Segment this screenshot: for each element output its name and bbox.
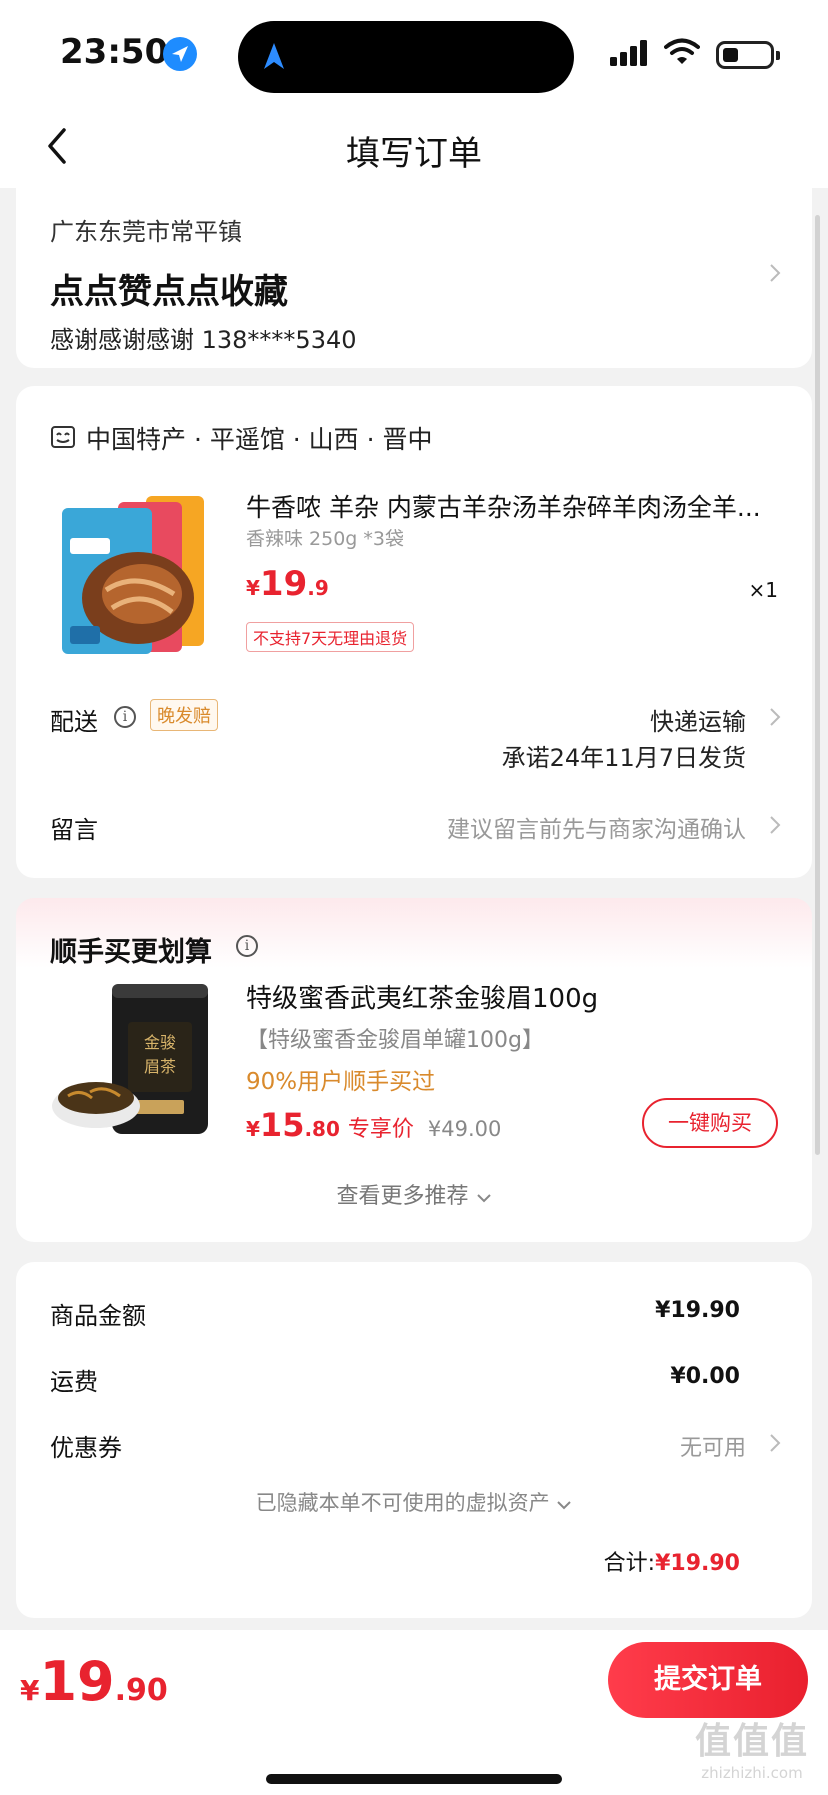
product-image[interactable] xyxy=(56,490,206,658)
remark-label: 留言 xyxy=(50,816,98,844)
navigation-arrow-icon xyxy=(264,43,284,69)
info-icon[interactable]: i xyxy=(236,935,258,957)
shipping-promise: 承诺24年11月7日发货 xyxy=(501,744,746,772)
recommend-title: 顺手买更划算 xyxy=(50,937,212,968)
recommend-price: ¥15.80 xyxy=(246,1106,340,1144)
bottom-bar: ¥19.90 提交订单 值值值 zhizhizhi.com xyxy=(0,1630,828,1795)
nav-bar: 填写订单 xyxy=(0,104,828,188)
product-title[interactable]: 牛香哝 羊杂 内蒙古羊杂汤羊杂碎羊肉汤全羊... xyxy=(246,488,786,524)
recommend-product-name[interactable]: 特级蜜香武夷红茶金骏眉100g xyxy=(246,978,598,1015)
location-icon xyxy=(163,37,197,71)
shipping-method[interactable]: 快递运输 xyxy=(650,702,746,737)
chevron-down-icon xyxy=(557,1501,572,1510)
hidden-assets-toggle[interactable]: 已隐藏本单不可使用的虚拟资产 xyxy=(16,1487,812,1517)
chevron-right-icon xyxy=(770,708,781,726)
chevron-down-icon xyxy=(476,1194,491,1203)
recommend-product-subtitle: 【特级蜜香金骏眉单罐100g】 xyxy=(246,1028,544,1053)
site-watermark: 值值值 zhizhizhi.com xyxy=(694,1721,809,1782)
scrollbar[interactable] xyxy=(815,215,820,1155)
order-item-card: 中国特产 · 平遥馆 · 山西 · 晋中 牛香哝 羊杂 内蒙古羊杂汤羊杂碎羊肉汤… xyxy=(16,386,812,878)
shipping-fee-value: ¥0.00 xyxy=(670,1364,740,1389)
price-summary-card: 商品金额 ¥19.90 运费 ¥0.00 优惠券 无可用 已隐藏本单不可使用的虚… xyxy=(16,1262,812,1618)
chevron-right-icon xyxy=(770,264,781,282)
dynamic-island xyxy=(238,21,574,93)
svg-text:金骏: 金骏 xyxy=(144,1033,176,1052)
exclusive-price-label: 专享价 xyxy=(347,1117,414,1142)
submit-order-button[interactable]: 提交订单 xyxy=(608,1642,808,1718)
product-spec: 香辣味 250g *3袋 xyxy=(246,528,404,550)
cellular-signal-icon xyxy=(610,40,647,66)
product-price: ¥19.9 xyxy=(246,564,329,604)
shop-icon xyxy=(51,426,75,448)
page-title: 填写订单 xyxy=(346,134,482,174)
recommend-social-proof: 90%用户顺手买过 xyxy=(246,1069,436,1095)
recipient-name: 点点赞点点收藏 xyxy=(50,272,288,312)
coupon-value[interactable]: 无可用 xyxy=(680,1430,746,1462)
goods-amount-label: 商品金额 xyxy=(50,1302,146,1330)
order-total: 合计:¥19.90 xyxy=(603,1551,740,1576)
remark-field[interactable]: 建议留言前先与商家沟通确认 xyxy=(447,810,746,844)
chevron-right-icon xyxy=(770,816,781,834)
original-price: ¥49.00 xyxy=(427,1117,502,1141)
one-click-buy-button[interactable]: 一键购买 xyxy=(642,1098,778,1148)
late-ship-badge: 晚发赔 xyxy=(150,699,218,731)
wifi-icon xyxy=(664,38,700,64)
coupon-label: 优惠券 xyxy=(50,1434,122,1462)
shop-name[interactable]: 中国特产 · 平遥馆 · 山西 · 晋中 xyxy=(86,420,433,456)
home-indicator[interactable] xyxy=(266,1774,562,1784)
return-policy-badge: 不支持7天无理由退货 xyxy=(246,622,415,652)
more-recommend-link[interactable]: 查看更多推荐 xyxy=(16,1178,812,1210)
product-quantity: ×1 xyxy=(748,578,778,602)
recommend-product-image[interactable]: 金骏 眉茶 xyxy=(50,978,220,1148)
address-region: 广东东莞市常平镇 xyxy=(50,218,242,246)
shipping-fee-label: 运费 xyxy=(50,1368,98,1396)
goods-amount-value: ¥19.90 xyxy=(655,1298,740,1323)
info-icon[interactable]: i xyxy=(114,706,136,728)
address-card[interactable]: 广东东莞市常平镇 点点赞点点收藏 感谢感谢感谢 138****5340 xyxy=(16,188,812,368)
delivery-label: 配送 xyxy=(50,708,98,736)
recipient-contact: 感谢感谢感谢 138****5340 xyxy=(50,326,357,354)
svg-text:眉茶: 眉茶 xyxy=(144,1057,176,1076)
status-bar: 23:50 xyxy=(0,0,828,104)
battery-icon xyxy=(716,41,774,69)
recommend-price-row: ¥15.80 专享价 ¥49.00 xyxy=(246,1106,501,1144)
bottom-total-price: ¥19.90 xyxy=(20,1650,168,1713)
status-time: 23:50 xyxy=(60,32,169,72)
recommend-card: 顺手买更划算 i 金骏 眉茶 特级蜜香武夷红茶金骏眉100g 【特级蜜香金骏眉单… xyxy=(16,898,812,1242)
chevron-right-icon xyxy=(770,1434,781,1452)
